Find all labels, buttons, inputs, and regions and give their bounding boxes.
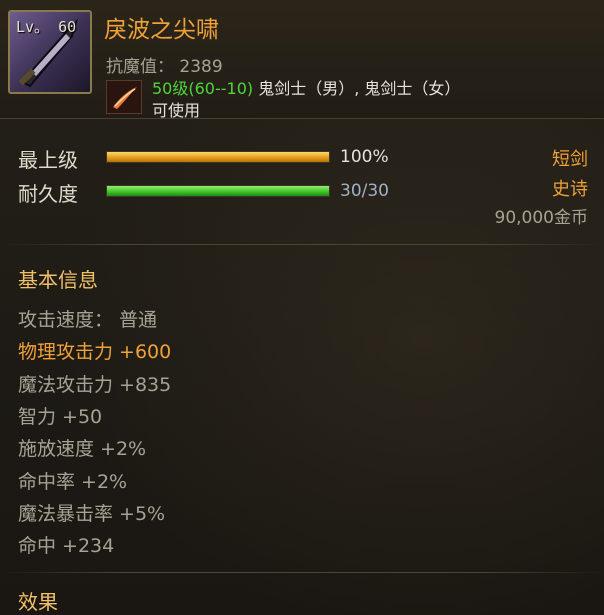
upgrade-value: 100% bbox=[340, 147, 389, 167]
requirement-classes: 鬼剑士（男）, 鬼剑士（女） bbox=[253, 79, 461, 98]
stat-line: 物理攻击力 +600 bbox=[18, 341, 172, 364]
item-rarity: 史诗 bbox=[552, 179, 588, 200]
upgrade-bar bbox=[106, 151, 330, 163]
usable-status: 可使用 bbox=[152, 101, 201, 120]
stat-line: 魔法暴击率 +5% bbox=[18, 502, 166, 525]
durability-label: 耐久度 bbox=[18, 182, 78, 206]
upgrade-bar-fill bbox=[107, 152, 329, 162]
stat-line: 命中 +234 bbox=[18, 535, 115, 558]
stat-line: 智力 +50 bbox=[18, 405, 103, 428]
durability-bar-fill bbox=[107, 186, 329, 196]
durability-bar bbox=[106, 185, 330, 197]
requirement-level: 50级(60--10) bbox=[152, 79, 254, 98]
requirement: 50级(60--10) 鬼剑士（男）, 鬼剑士（女） bbox=[152, 75, 460, 99]
tooltip-header: Lv。 60 戾波之尖啸 抗魔值： 2389 50级(60--10) 鬼剑士（男… bbox=[0, 0, 604, 120]
stat-line: 施放速度 +2% bbox=[18, 438, 147, 461]
item-tooltip: Lv。 60 戾波之尖啸 抗魔值： 2389 50级(60--10) 鬼剑士（男… bbox=[0, 0, 604, 615]
stat-line: 命中率 +2% bbox=[18, 470, 128, 493]
feather-job-icon bbox=[106, 80, 142, 114]
item-level: Lv。 60 bbox=[16, 18, 77, 36]
item-name: 戾波之尖啸 bbox=[104, 17, 219, 43]
durability-value: 30/30 bbox=[340, 181, 389, 201]
item-type: 短剑 bbox=[552, 149, 588, 170]
magic-defense: 抗魔值： 2389 bbox=[106, 57, 223, 77]
stat-line: 魔法攻击力 +835 bbox=[18, 373, 172, 396]
divider bbox=[0, 244, 604, 245]
dagger-icon[interactable]: Lv。 60 bbox=[8, 10, 92, 94]
basic-info-title: 基本信息 bbox=[18, 268, 98, 292]
divider bbox=[0, 572, 604, 573]
effects-title: 效果 bbox=[18, 590, 58, 614]
upgrade-label: 最上级 bbox=[18, 148, 78, 172]
item-price: 90,000金币 bbox=[494, 208, 588, 228]
stat-line: 攻击速度： 普通 bbox=[18, 309, 158, 331]
